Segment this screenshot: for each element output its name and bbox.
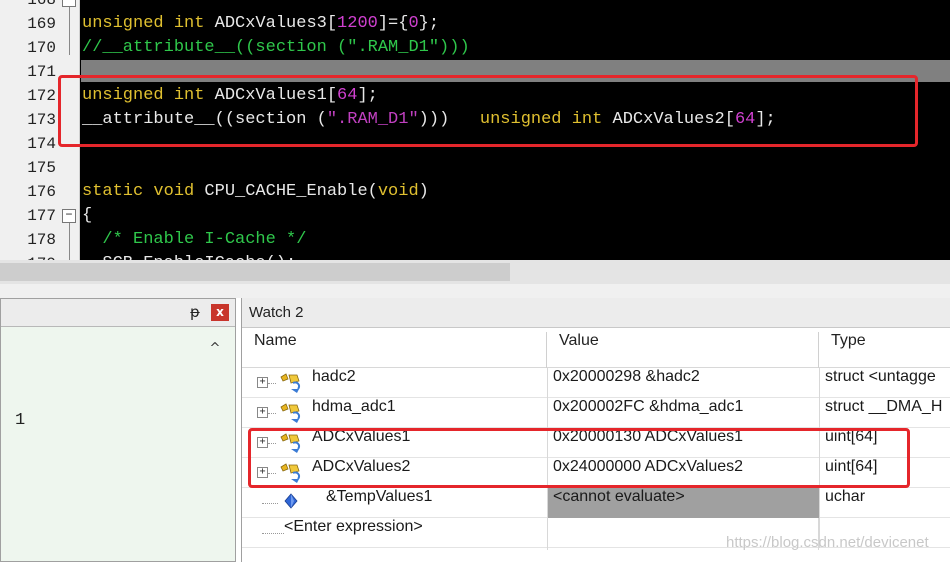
chevron-up-icon[interactable]: ^	[207, 341, 223, 357]
watch-value-cell[interactable]: <cannot evaluate>	[547, 488, 819, 518]
watch-column-headers: Name Value Type	[242, 332, 950, 368]
code-line[interactable]: SCB_EnableICache();	[82, 252, 296, 260]
fold-guide	[69, 7, 70, 55]
left-pane-header: ᵽ x	[1, 299, 235, 327]
line-number: 179	[0, 252, 56, 260]
watch-name-cell[interactable]: hdma_adc1	[312, 398, 547, 428]
line-number: 168	[27, 0, 56, 9]
watch-type-cell: struct __DMA_H	[819, 398, 950, 428]
expand-plus-icon[interactable]: +	[257, 377, 268, 388]
code-token: 1200	[337, 14, 378, 33]
code-token: ADCxValues3[	[214, 14, 338, 33]
line-number: 175	[27, 159, 56, 177]
code-line[interactable]: /* Enable I-Cache */	[82, 228, 306, 252]
code-token: static void	[82, 182, 205, 201]
pane-value-text: 1	[15, 411, 26, 430]
line-number: 172	[27, 87, 56, 105]
watch-row[interactable]: + hdma_adc1 0x200002FC &hdma_adc1 struct __…	[242, 398, 950, 428]
diamond-variable-icon	[277, 491, 305, 515]
fold-guide	[69, 223, 70, 260]
line-number: 171	[27, 63, 56, 81]
fold-toggle-icon[interactable]: −	[62, 0, 76, 7]
struct-variable-icon	[277, 401, 305, 425]
pin-icon[interactable]: ᵽ	[187, 303, 203, 321]
code-token: void	[377, 182, 419, 201]
code-token: 0	[408, 14, 419, 33]
code-line[interactable]: //__attribute__((section (".RAM_D1")))	[82, 36, 470, 60]
watch-title[interactable]: Watch 2	[242, 298, 950, 328]
expand-plus-icon[interactable]: +	[257, 407, 268, 418]
watch-name-cell[interactable]: &TempValues1	[326, 488, 561, 518]
line-number: 177	[27, 207, 56, 225]
code-line[interactable]: unsigned int ADCxValues3[1200]={0};	[82, 12, 439, 36]
code-token: {	[82, 206, 93, 225]
tree-connector	[262, 503, 278, 504]
code-token: )	[418, 182, 429, 201]
tree-connector	[262, 533, 284, 534]
code-token: /* Enable I-Cache */	[82, 230, 307, 249]
line-number: 178	[27, 231, 56, 249]
left-pane: ᵽ x ^ 1	[0, 298, 236, 562]
column-header-type[interactable]: Type	[819, 332, 950, 368]
code-token: };	[418, 14, 440, 33]
code-token: unsigned int	[82, 14, 215, 33]
line-number: 169	[27, 15, 56, 33]
close-icon[interactable]: x	[211, 304, 229, 321]
watch-row[interactable]: &TempValues1 <cannot evaluate> uchar	[242, 488, 950, 518]
struct-variable-icon	[277, 371, 305, 395]
code-token: ]={	[377, 14, 409, 33]
code-line[interactable]: static void CPU_CACHE_Enable(void)	[82, 180, 429, 204]
pane-separator[interactable]	[0, 284, 950, 298]
line-number: 170	[27, 39, 56, 57]
watch-highlight-box	[248, 428, 910, 488]
line-number: 176	[27, 183, 56, 201]
line-number: 173	[27, 111, 56, 129]
watch-name-cell[interactable]: hadc2	[312, 368, 547, 398]
code-line[interactable]: {	[82, 204, 92, 228]
watch-value-cell[interactable]: 0x200002FC &hdma_adc1	[547, 398, 819, 428]
column-header-value[interactable]: Value	[547, 332, 819, 368]
watch-row[interactable]: + hadc2 0x20000298 &hadc2 struct <untagge	[242, 368, 950, 398]
tree-connector	[268, 413, 276, 414]
column-header-name[interactable]: Name	[242, 332, 547, 368]
code-token: //__attribute__((section (".RAM_D1")))	[82, 38, 470, 57]
tree-connector	[268, 383, 276, 384]
ide-window: 168−169170171172173174175176177−178179 u…	[0, 0, 950, 562]
code-highlight-box	[58, 75, 918, 147]
watermark-text: https://blog.csdn.net/devicenet	[726, 534, 929, 551]
watch-type-cell: struct <untagge	[819, 368, 950, 398]
watch-value-cell[interactable]: 0x20000298 &hadc2	[547, 368, 819, 398]
editor-scrollbar-thumb[interactable]	[0, 263, 510, 281]
watch-type-cell: uchar	[819, 488, 950, 518]
watch-name-cell[interactable]: <Enter expression>	[284, 518, 519, 548]
line-number: 174	[27, 135, 56, 153]
code-token: CPU_CACHE_Enable(	[204, 182, 378, 201]
fold-toggle-icon[interactable]: −	[62, 209, 76, 223]
